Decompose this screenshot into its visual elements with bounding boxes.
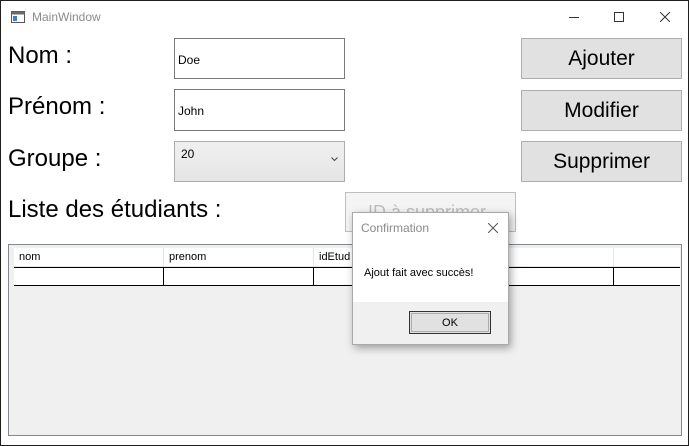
- close-icon: [660, 12, 670, 22]
- close-button[interactable]: [642, 1, 688, 33]
- groupe-selected-value: 20: [181, 147, 195, 161]
- ajouter-button[interactable]: Ajouter: [521, 38, 682, 79]
- chevron-down-icon: [331, 157, 338, 162]
- liste-etudiants-label: Liste des étudiants :: [8, 196, 222, 223]
- minimize-button[interactable]: [551, 1, 597, 33]
- nom-label: Nom :: [8, 42, 73, 69]
- table-cell[interactable]: [164, 268, 314, 285]
- table-cell[interactable]: [14, 268, 164, 285]
- confirmation-dialog: Confirmation Ajout fait avec succès! OK: [352, 212, 509, 345]
- groupe-label: Groupe :: [8, 145, 102, 172]
- column-header-nom[interactable]: nom: [14, 248, 164, 266]
- main-window: MainWindow Nom : Doe Prénom : John Group…: [0, 0, 689, 446]
- dialog-footer: OK: [353, 302, 508, 344]
- groupe-combobox[interactable]: 20: [174, 141, 345, 182]
- table-row[interactable]: [14, 267, 680, 286]
- minimize-icon: [569, 17, 579, 18]
- column-header-prenom[interactable]: prenom: [164, 248, 314, 266]
- etudiants-datagrid[interactable]: nom prenom idEtud: [8, 244, 682, 436]
- window-title: MainWindow: [32, 10, 101, 24]
- prenom-input-value: John: [178, 104, 205, 118]
- nom-input-value: Doe: [178, 53, 201, 67]
- nom-input[interactable]: Doe: [174, 38, 345, 79]
- grid-header: nom prenom idEtud: [14, 248, 680, 267]
- maximize-button[interactable]: [596, 1, 642, 33]
- maximize-icon: [614, 12, 624, 22]
- prenom-input[interactable]: John: [174, 89, 345, 131]
- title-bar[interactable]: MainWindow: [1, 1, 688, 33]
- dialog-message: Ajout fait avec succès!: [364, 267, 474, 279]
- prenom-label: Prénom :: [8, 93, 106, 120]
- ok-button[interactable]: OK: [409, 311, 491, 334]
- modifier-button[interactable]: Modifier: [521, 90, 682, 131]
- dialog-title: Confirmation: [361, 221, 430, 235]
- close-icon[interactable]: [488, 223, 498, 233]
- window-icon: [11, 11, 25, 23]
- supprimer-button[interactable]: Supprimer: [521, 141, 682, 182]
